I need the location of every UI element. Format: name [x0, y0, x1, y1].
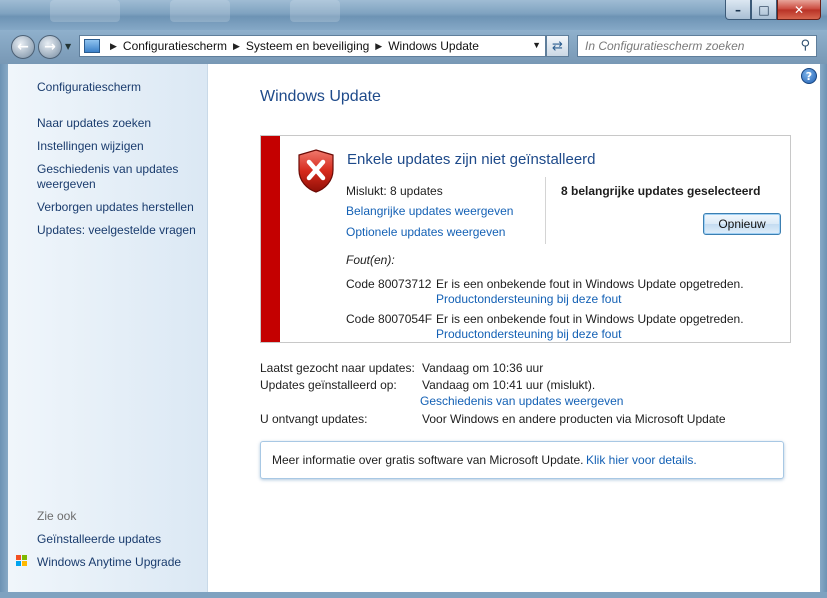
refresh-button[interactable]: ⇄	[546, 35, 569, 57]
title-bar: – □ ✕	[0, 0, 827, 30]
navigation-bar: ← → ▼ ▶ Configuratiescherm ▶ Systeem en …	[0, 30, 827, 64]
search-input[interactable]	[585, 39, 785, 53]
sidebar-item-anytime-upgrade[interactable]: Windows Anytime Upgrade	[37, 555, 181, 570]
installed-value: Vandaag om 10:41 uur (mislukt).	[422, 378, 596, 392]
installed-label: Updates geïnstalleerd op:	[260, 378, 397, 392]
breadcrumb-windows-update[interactable]: Windows Update	[388, 39, 479, 53]
close-button[interactable]: ✕	[777, 0, 821, 20]
refresh-icon: ⇄	[552, 38, 563, 54]
help-icon[interactable]: ?	[801, 68, 817, 84]
sidebar-item-installed-updates[interactable]: Geïnstalleerde updates	[37, 532, 161, 547]
optional-updates-link[interactable]: Optionele updates weergeven	[346, 225, 505, 239]
see-also-header: Zie ook	[37, 509, 77, 523]
main-content: ? Windows Update Enkele updates zijn nie…	[208, 64, 820, 592]
error-support-link[interactable]: Productondersteuning bij deze fout	[436, 327, 621, 341]
breadcrumb-separator-icon[interactable]: ▶	[375, 41, 382, 52]
sidebar-item-update-history[interactable]: Geschiedenis van updates weergeven	[37, 162, 187, 192]
breadcrumb-separator-icon[interactable]: ▶	[110, 41, 117, 52]
windows-logo-icon	[16, 555, 27, 566]
info-text: Meer informatie over gratis software van…	[272, 453, 584, 467]
breadcrumb-control-panel[interactable]: Configuratiescherm	[123, 39, 227, 53]
sidebar-item-change-settings[interactable]: Instellingen wijzigen	[37, 139, 144, 154]
control-panel-icon	[84, 39, 100, 53]
back-arrow-icon: ←	[17, 39, 29, 55]
error-panel: Enkele updates zijn niet geïnstalleerd M…	[260, 135, 791, 343]
sidebar-item-faq[interactable]: Updates: veelgestelde vragen	[37, 223, 196, 238]
error-code: Code 80073712	[346, 277, 432, 291]
window-frame-bottom	[0, 592, 827, 598]
breadcrumb-separator-icon[interactable]: ▶	[233, 41, 240, 52]
search-icon[interactable]: ⚲	[800, 38, 810, 53]
page-title: Windows Update	[260, 88, 381, 105]
background-blur	[170, 0, 230, 22]
error-status-bar	[261, 136, 280, 342]
sidebar-item-control-panel-home[interactable]: Configuratiescherm	[37, 80, 141, 95]
details-link[interactable]: Klik hier voor details.	[586, 453, 697, 467]
minimize-button[interactable]: –	[725, 0, 751, 20]
selected-updates-count: 8 belangrijke updates geselecteerd	[561, 184, 761, 198]
background-blur	[50, 0, 120, 22]
important-updates-link[interactable]: Belangrijke updates weergeven	[346, 204, 513, 218]
background-blur	[290, 0, 340, 22]
back-button[interactable]: ←	[11, 35, 35, 59]
forward-arrow-icon: →	[44, 39, 56, 55]
forward-button[interactable]: →	[38, 35, 62, 59]
address-bar[interactable]: ▶ Configuratiescherm ▶ Systeem en beveil…	[79, 35, 546, 57]
caption-buttons: – □ ✕	[725, 0, 821, 20]
sidebar: Configuratiescherm Naar updates zoeken I…	[8, 64, 208, 592]
maximize-button[interactable]: □	[751, 0, 777, 20]
errors-label: Fout(en):	[346, 253, 395, 267]
failed-count: Mislukt: 8 updates	[346, 184, 443, 198]
divider	[545, 177, 546, 244]
breadcrumb-system-security[interactable]: Systeem en beveiliging	[246, 39, 369, 53]
update-history-link[interactable]: Geschiedenis van updates weergeven	[420, 394, 623, 408]
last-search-label: Laatst gezocht naar updates:	[260, 361, 415, 375]
search-box[interactable]: ⚲	[577, 35, 817, 57]
sidebar-item-restore-hidden[interactable]: Verborgen updates herstellen	[37, 200, 194, 215]
error-heading: Enkele updates zijn niet geïnstalleerd	[347, 151, 596, 168]
receive-updates-label: U ontvangt updates:	[260, 412, 368, 426]
error-code: Code 8007054F	[346, 312, 433, 326]
retry-button[interactable]: Opnieuw	[703, 213, 781, 235]
window-frame-left	[0, 64, 8, 598]
error-message: Er is een onbekende fout in Windows Upda…	[436, 277, 744, 291]
receive-updates-value: Voor Windows en andere producten via Mic…	[422, 412, 726, 426]
info-box: Meer informatie over gratis software van…	[260, 441, 784, 479]
recent-pages-dropdown-icon[interactable]: ▼	[65, 42, 71, 51]
last-search-value: Vandaag om 10:36 uur	[422, 361, 544, 375]
address-dropdown-icon[interactable]: ▼	[532, 40, 541, 50]
sidebar-item-check-updates[interactable]: Naar updates zoeken	[37, 116, 151, 131]
error-shield-icon	[298, 149, 334, 193]
error-message: Er is een onbekende fout in Windows Upda…	[436, 312, 744, 326]
window-frame-right	[820, 64, 827, 598]
error-support-link[interactable]: Productondersteuning bij deze fout	[436, 292, 621, 306]
